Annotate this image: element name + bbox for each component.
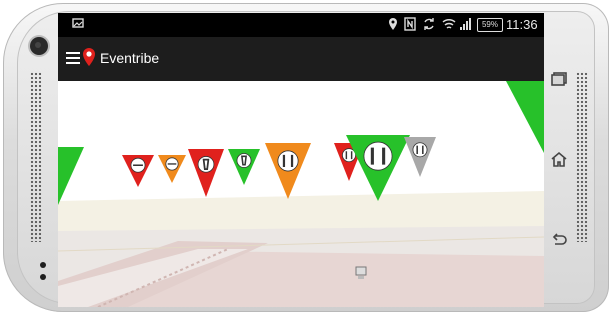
cutlery-icon bbox=[412, 142, 428, 158]
battery-icon: 59% bbox=[477, 18, 503, 32]
sensor-dot bbox=[40, 262, 46, 268]
cutlery-icon bbox=[363, 141, 393, 171]
recent-apps-icon[interactable] bbox=[551, 72, 567, 86]
app-title: Eventribe bbox=[100, 50, 160, 66]
battery-level: 59% bbox=[481, 20, 498, 29]
drink-icon bbox=[236, 153, 252, 168]
speaker-grille-left bbox=[30, 72, 42, 242]
image-notification-icon bbox=[72, 18, 84, 28]
menu-icon[interactable] bbox=[66, 52, 80, 64]
wifi-icon bbox=[442, 18, 456, 29]
sausage-icon bbox=[130, 157, 146, 173]
clock: 11:36 bbox=[506, 17, 538, 32]
device-screen: 59% 11:36 Eventribe bbox=[58, 13, 544, 307]
back-icon[interactable] bbox=[551, 233, 567, 247]
cutlery-icon bbox=[277, 150, 299, 172]
location-icon bbox=[389, 18, 397, 30]
speaker-grille-right bbox=[576, 72, 588, 242]
sausage-icon bbox=[165, 157, 179, 171]
home-icon[interactable] bbox=[550, 151, 568, 167]
status-bar: 59% 11:36 bbox=[58, 13, 544, 37]
ar-camera-view bbox=[58, 81, 544, 307]
drink-icon bbox=[197, 156, 215, 173]
front-camera bbox=[30, 37, 48, 55]
nfc-icon bbox=[404, 17, 416, 31]
sync-icon bbox=[424, 18, 434, 30]
app-logo-icon bbox=[83, 48, 95, 66]
ar-scene bbox=[58, 81, 544, 307]
sensor-dot bbox=[40, 274, 46, 280]
app-toolbar: Eventribe bbox=[58, 37, 544, 81]
signal-icon bbox=[460, 18, 471, 30]
